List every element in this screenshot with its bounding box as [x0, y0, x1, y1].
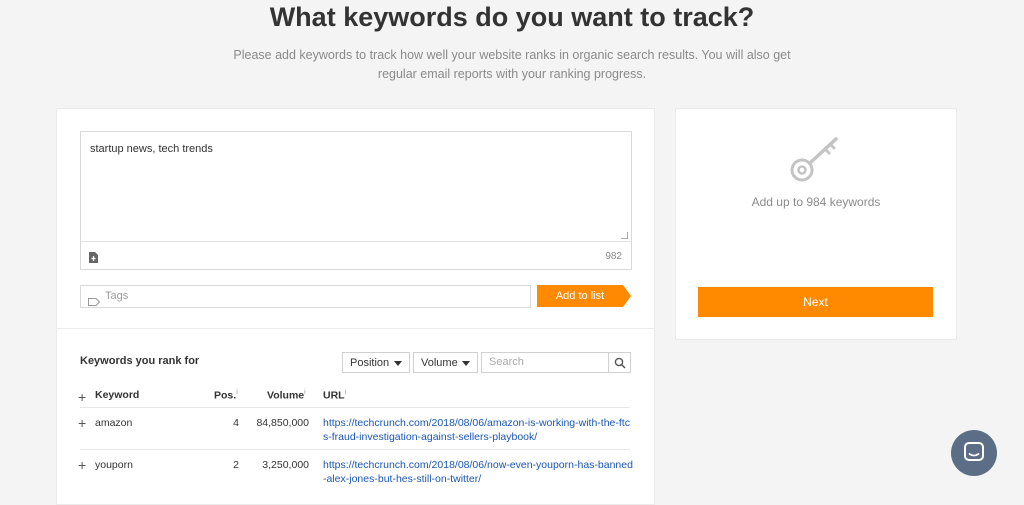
key-icon: [789, 134, 843, 189]
row-position: 4: [233, 417, 239, 429]
position-filter-label: Position: [350, 357, 390, 369]
tags-input[interactable]: Tags: [80, 285, 531, 308]
row-volume: 3,250,000: [262, 459, 309, 471]
info-icon[interactable]: i: [236, 389, 238, 396]
keyword-limit-text: Add up to 984 keywords: [751, 195, 881, 209]
add-to-list-button-arrow[interactable]: [623, 285, 631, 307]
row-keyword: amazon: [95, 417, 133, 429]
volume-filter-dropdown[interactable]: Volume: [413, 352, 478, 373]
info-icon[interactable]: i: [345, 389, 347, 396]
column-header-volume-label: Volume: [267, 389, 305, 402]
column-header-url[interactable]: URLi: [323, 389, 346, 402]
section-divider: [57, 328, 654, 329]
add-to-list-button[interactable]: Add to list: [537, 285, 623, 307]
info-icon[interactable]: i: [304, 389, 306, 396]
keywords-textarea[interactable]: startup news, tech trends 982: [80, 131, 632, 270]
search-placeholder: Search: [489, 356, 524, 368]
keywords-textarea-footer: 982: [81, 241, 631, 269]
column-header-url-label: URL: [323, 389, 345, 402]
keywords-card: startup news, tech trends 982 Tags Add t…: [56, 108, 655, 505]
row-volume: 84,850,000: [256, 417, 309, 429]
row-divider: [80, 449, 630, 450]
add-all-icon[interactable]: +: [78, 390, 86, 404]
next-button[interactable]: Next: [698, 287, 933, 317]
keywords-textarea-value: startup news, tech trends: [90, 143, 213, 155]
row-position: 2: [233, 459, 239, 471]
chevron-down-icon: [394, 361, 402, 366]
chat-launcher-button[interactable]: [951, 430, 997, 476]
add-keyword-icon[interactable]: +: [78, 416, 86, 430]
volume-filter-label: Volume: [421, 357, 458, 369]
row-url-link[interactable]: https://techcrunch.com/2018/08/06/now-ev…: [323, 458, 633, 486]
search-input[interactable]: Search: [481, 352, 609, 373]
row-url-link[interactable]: https://techcrunch.com/2018/08/06/amazon…: [323, 416, 633, 444]
chevron-down-icon: [462, 361, 470, 366]
tags-placeholder: Tags: [105, 290, 129, 302]
row-divider: [80, 407, 630, 408]
column-header-volume[interactable]: Volumei: [267, 389, 306, 402]
column-header-position[interactable]: Pos.i: [214, 389, 238, 402]
search-button[interactable]: [608, 352, 631, 373]
keywords-remaining-count: 982: [605, 251, 622, 262]
chat-icon: [964, 442, 984, 461]
rank-section-title: Keywords you rank for: [80, 355, 200, 367]
resize-handle[interactable]: [621, 232, 628, 239]
row-keyword: youporn: [95, 459, 133, 471]
keyword-limit-card: Add up to 984 keywords Next: [675, 108, 957, 340]
column-header-keyword[interactable]: Keyword: [95, 389, 139, 401]
page-subtitle: Please add keywords to track how well yo…: [233, 48, 791, 81]
file-upload-icon[interactable]: [89, 250, 98, 268]
page-title: What keywords do you want to track?: [269, 2, 755, 32]
column-header-position-label: Pos.: [214, 389, 237, 402]
position-filter-dropdown[interactable]: Position: [342, 352, 410, 373]
search-icon: [614, 357, 626, 369]
tag-icon: [88, 293, 101, 311]
add-keyword-icon[interactable]: +: [78, 458, 86, 472]
